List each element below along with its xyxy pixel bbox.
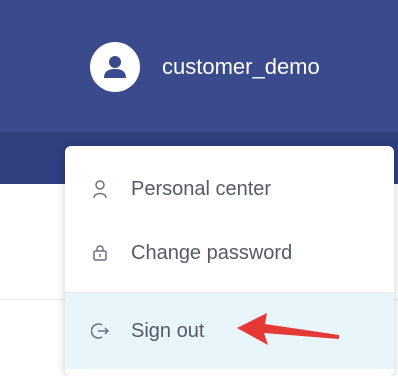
username-label: customer_demo: [162, 54, 320, 79]
logout-icon: [91, 321, 109, 341]
menu-item-label: Personal center: [131, 177, 272, 200]
menu-item-personal-center[interactable]: Personal center: [65, 166, 394, 212]
lock-icon: [91, 243, 109, 263]
menu-item-label: Sign out: [131, 319, 205, 342]
user-menu-trigger[interactable]: customer_demo: [90, 42, 320, 92]
red-arrow-icon: [237, 313, 339, 345]
person-icon: [91, 179, 109, 199]
menu-item-change-password[interactable]: Change password: [65, 230, 394, 276]
user-avatar-icon: [90, 42, 140, 92]
menu-item-label: Change password: [131, 241, 293, 264]
